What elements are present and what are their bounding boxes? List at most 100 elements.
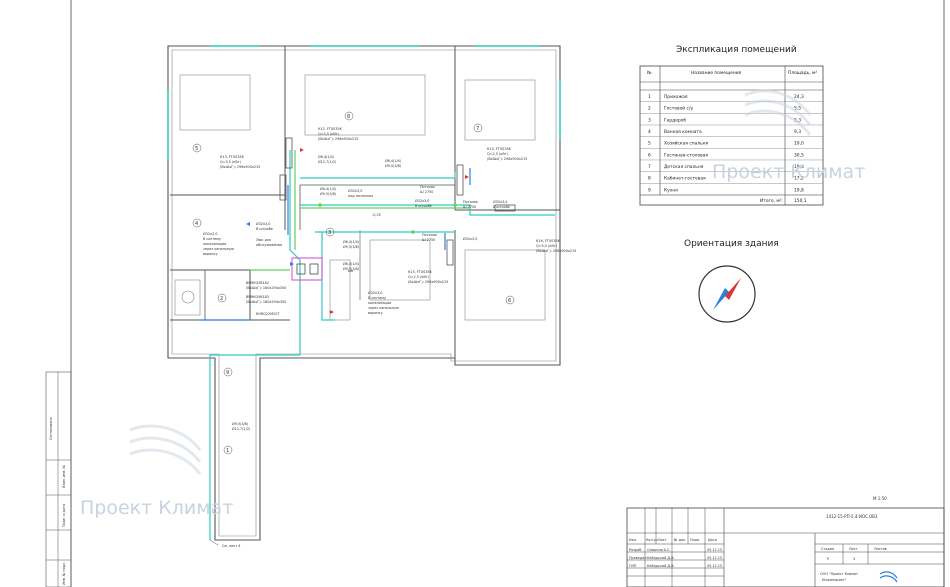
see-sheet-label: См. лист 4	[222, 544, 241, 548]
drain-size: Ø32х3,0	[256, 221, 270, 226]
row-number: 4	[648, 129, 651, 135]
room-name: Гостевой с/у	[664, 105, 693, 112]
pipe-size: Ø9,5(3/8)	[232, 421, 249, 426]
row-number: 8	[648, 176, 651, 182]
ceiling-level: Ш 2750	[463, 205, 476, 209]
tb-person: Смирнов А.С.	[647, 548, 671, 552]
row-number: 1	[648, 94, 651, 100]
drain-note: канализации	[368, 301, 391, 305]
side-stamp-inv-dup: Взам. инв. №	[62, 465, 66, 488]
row-number: 6	[648, 152, 651, 158]
total-value: 150,1	[794, 198, 807, 204]
watermark-text: Проект Климат	[80, 497, 233, 519]
col-num-header: №	[647, 70, 652, 76]
drain-note: воронку	[368, 311, 383, 315]
watermark-text: Проект Климат	[712, 161, 865, 183]
ceiling-label: Потолок	[463, 200, 478, 204]
ceiling-level: Ш 2750	[420, 190, 433, 194]
unit-label-k12: К12, FTXS35K	[318, 127, 343, 131]
drain-note: В систему	[368, 296, 386, 300]
pipe-size: Ø12,7(1/2)	[318, 159, 337, 164]
unit-spec: Q=2,5 (кВт)	[408, 275, 430, 279]
tb-role: ГИП	[629, 564, 637, 568]
company-name: ООО "Проект Климат	[820, 572, 858, 576]
unit-spec: Q=3,5 (кВт)	[318, 132, 340, 136]
under-ceiling: под потолком	[348, 194, 373, 198]
refnet-label: KHRQ22M20T	[256, 312, 280, 316]
room-number: 6	[508, 298, 511, 304]
tb-role: Разраб.	[629, 548, 642, 552]
total-label: Итого, м²:	[760, 198, 783, 204]
orientation-title: Ориентация здания	[684, 239, 779, 249]
explication-title: Экспликация помещений	[676, 45, 797, 55]
room-number: 4	[195, 221, 198, 227]
drawing-code: 1412-15-РП-5.4-ИОС.ОВ3	[826, 514, 878, 519]
unit-dims: (ВхШхГ): 298х900х215	[487, 157, 527, 161]
unit-dims: (ВхШхГ): 298х900х215	[220, 165, 260, 169]
room-name: Гостиная-столовая	[664, 152, 708, 158]
tb-date: 05.12.15	[707, 548, 722, 552]
unit-dims: (ВхШхГ): 298х900х215	[536, 249, 576, 253]
company-name-2: Инжиниринг"	[822, 578, 847, 582]
scale-label: М 1:50	[873, 496, 887, 501]
ceiling-label: Потолок	[422, 233, 437, 237]
drawing-sheet: Согласовано Взам. инв. № Подп. и дата Ин…	[0, 0, 950, 587]
room-name: Кухня	[664, 187, 678, 193]
drain-size: Ø32х3,0	[463, 236, 477, 241]
room-number: 5	[195, 146, 198, 152]
hatch-label-2: обслуживания	[256, 243, 282, 247]
drain-size: Ø32х3,0	[348, 188, 362, 193]
tb-head-kol: Кол.уч	[646, 538, 658, 542]
row-number: 3	[648, 117, 651, 123]
in-chase: В штробе	[256, 227, 273, 231]
room-number: 7	[476, 126, 479, 132]
tb-head-doc: № док.	[674, 538, 686, 542]
room-area: 9,3	[794, 129, 801, 135]
unit-spec: Q=5,0 (кВт)	[536, 244, 558, 248]
unit-spec: Q=2,5 (кВт)	[487, 152, 509, 156]
unit-dims: (ВхШхГ): 298х900х215	[318, 137, 358, 141]
tb-person: Кабадский Д.В.	[647, 556, 675, 560]
drain-size: Ø32х3,0	[493, 199, 507, 204]
room-name: Гардероб	[664, 116, 686, 123]
branch-box-dims: (ВхШхГ): 180х294х350	[246, 300, 286, 304]
drain-size: Ø32х3,0	[415, 198, 429, 203]
drain-note: через канальную	[203, 247, 234, 251]
room-number: 3	[328, 230, 331, 236]
drain-note: канализации	[203, 242, 226, 246]
drain-size: Ø32х3,0	[368, 290, 382, 295]
room-area: 19,0	[794, 141, 804, 147]
room-area: 30,5	[794, 152, 804, 158]
tb-head-list: Лист	[658, 538, 667, 542]
tb-head-izm: Изм.	[629, 538, 637, 542]
room-number: 1	[226, 448, 229, 454]
branch-box-2: BPMKQ98183	[246, 295, 269, 299]
pipe-size: Ø9,5(3/8)	[320, 191, 337, 196]
room-number: 9	[226, 370, 229, 376]
tb-date: 05.12.15	[707, 564, 722, 568]
unit-label-k16: К16, FTXS35K	[536, 239, 561, 243]
room-name: Ванная комната	[664, 129, 702, 135]
pipe-size: Ø6,4(1/4)	[385, 158, 402, 163]
pipe-size: Ø12,7(1/2)	[232, 426, 251, 431]
unit-label-k13: К13, FTXS35K	[220, 155, 245, 159]
room-area: 19,8	[794, 187, 804, 193]
room-name: Прихожая	[664, 94, 688, 100]
tb-date: 05.12.15	[707, 556, 722, 560]
drain-note: В систему	[203, 237, 221, 241]
row-number: 5	[648, 141, 651, 147]
tb-head-date: Дата	[708, 538, 717, 542]
row-number: 9	[648, 187, 651, 193]
mm-mark: мм	[348, 269, 354, 273]
side-stamp-sign-date: Подп. и дата	[62, 504, 66, 527]
row-number: 7	[648, 164, 651, 170]
in-chase: В штробе	[415, 204, 432, 208]
unit-label-k15b: К15, FTXS35K	[408, 270, 433, 274]
room-number: 8	[347, 114, 350, 120]
ceiling-label: Потолок	[420, 185, 435, 189]
stage-header: Стадия	[821, 547, 834, 551]
sheet-header: Лист	[849, 547, 858, 551]
sheets-header: Листов	[874, 547, 887, 551]
level-value: -0,25	[372, 213, 381, 217]
sheet-value: 3	[853, 557, 855, 561]
